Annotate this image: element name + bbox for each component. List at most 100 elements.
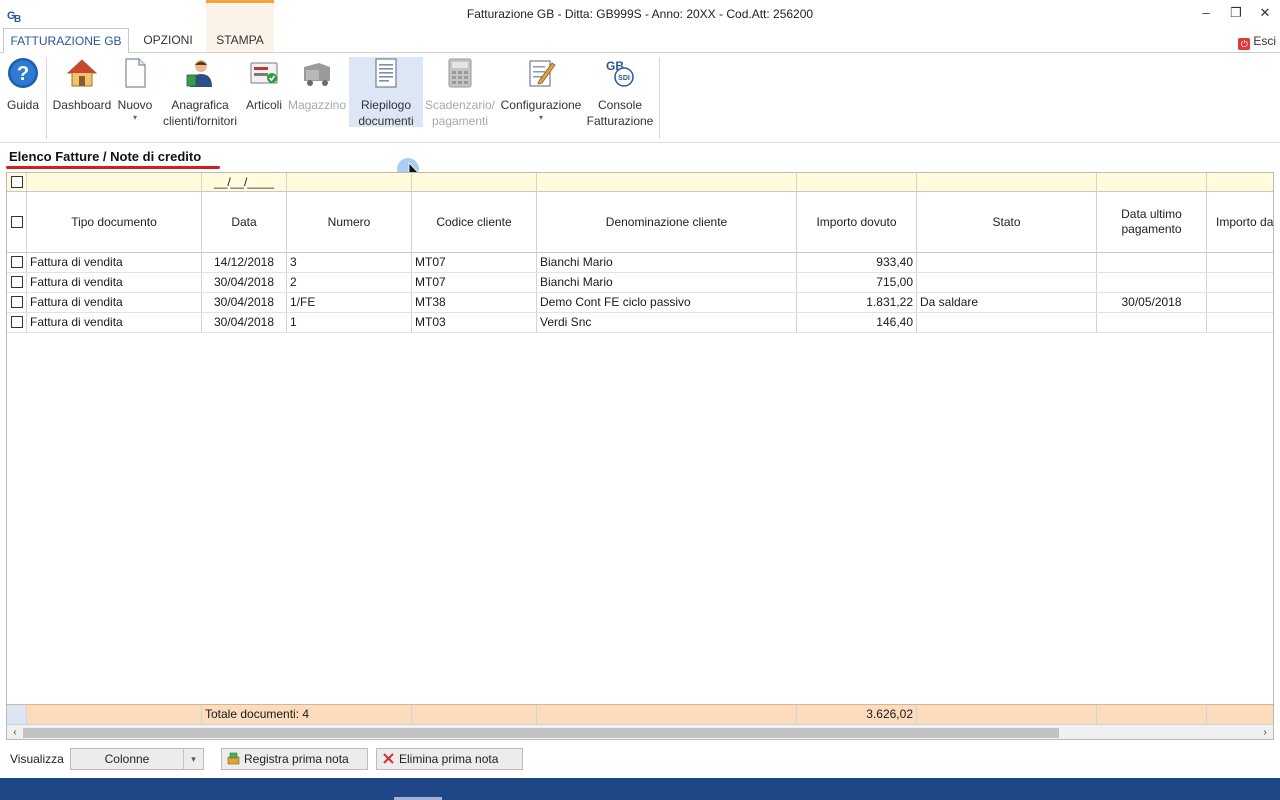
cell-importo: 933,40 bbox=[797, 253, 917, 272]
power-icon: ⏻ bbox=[1238, 38, 1251, 50]
page-title: Elenco Fatture / Note di credito bbox=[9, 149, 202, 164]
cell-denominazione: Verdi Snc bbox=[537, 313, 797, 332]
articoli-label: Articoli bbox=[245, 98, 282, 112]
select-all-cell bbox=[7, 192, 27, 252]
row-checkbox[interactable] bbox=[10, 256, 23, 268]
anagrafica-button[interactable]: Anagrafica clienti/fornitori bbox=[158, 57, 242, 129]
console-label-2: Fatturazione bbox=[586, 114, 654, 128]
view-select[interactable]: Colonne ▾ bbox=[70, 748, 204, 770]
scrollbar-thumb[interactable] bbox=[23, 728, 1059, 738]
totals-row: Totale documenti: 4 3.626,02 bbox=[7, 704, 1273, 724]
col-codice-cliente[interactable]: Codice cliente bbox=[412, 192, 537, 252]
cell-data: 14/12/2018 bbox=[202, 253, 287, 272]
close-button[interactable]: ✕ bbox=[1255, 4, 1275, 22]
window-title: Fatturazione GB - Ditta: GB999S - Anno: … bbox=[466, 7, 814, 21]
filter-numero[interactable] bbox=[287, 173, 412, 191]
filter-tipo[interactable] bbox=[27, 173, 202, 191]
scadenzario-label-1: Scadenzario/ bbox=[424, 98, 496, 112]
tab-opzioni[interactable]: OPZIONI bbox=[134, 28, 202, 53]
sdi-badge: SDI bbox=[618, 75, 630, 82]
dashboard-button[interactable]: Dashboard bbox=[52, 57, 112, 113]
nuovo-button[interactable]: Nuovo ▾ bbox=[114, 57, 156, 123]
configuration-pencil-icon bbox=[529, 60, 556, 87]
warehouse-truck-icon bbox=[304, 63, 330, 86]
home-icon bbox=[66, 59, 98, 87]
cell-tipo: Fattura di vendita bbox=[27, 253, 202, 272]
col-data-ultimo-label-2: pagamento bbox=[1121, 222, 1182, 236]
configurazione-dropdown-icon: ▾ bbox=[538, 113, 543, 122]
configurazione-button[interactable]: Configurazione ▾ bbox=[498, 57, 584, 123]
registra-prima-nota-button[interactable]: Registra prima nota bbox=[221, 748, 368, 770]
cell-stato bbox=[917, 253, 1097, 272]
cell-codice: MT07 bbox=[412, 273, 537, 292]
scadenzario-label-2: pagamenti bbox=[431, 114, 489, 128]
ribbon: ? Guida Dashboard Nuovo ▾ Anagrafica cli… bbox=[0, 53, 1280, 181]
filter-data-ultimo[interactable] bbox=[1097, 173, 1207, 191]
totals-count: Totale documenti: 4 bbox=[202, 705, 412, 724]
filter-checkbox[interactable] bbox=[10, 176, 23, 188]
scadenzario-button[interactable]: Scadenzario/ pagamenti bbox=[424, 57, 496, 129]
elimina-prima-nota-button[interactable]: Elimina prima nota bbox=[376, 748, 523, 770]
table-row[interactable]: Fattura di vendita 30/04/2018 2 MT07 Bia… bbox=[7, 273, 1273, 293]
guida-button[interactable]: ? Guida bbox=[4, 57, 42, 113]
cell-numero: 1 bbox=[287, 313, 412, 332]
magazzino-button[interactable]: Magazzino bbox=[287, 57, 347, 113]
ribbon-separator bbox=[46, 57, 47, 139]
row-checkbox[interactable] bbox=[10, 316, 23, 328]
col-importo-da[interactable]: Importo da bbox=[1207, 192, 1273, 252]
filter-data-input[interactable]: __/__/____ bbox=[202, 173, 287, 191]
col-tipo-documento[interactable]: Tipo documento bbox=[27, 192, 202, 252]
filter-importo[interactable] bbox=[797, 173, 917, 191]
cell-importo-da bbox=[1207, 293, 1273, 312]
filter-codice[interactable] bbox=[412, 173, 537, 191]
exit-label: Esci bbox=[1253, 34, 1276, 48]
tab-fatturazione-gb[interactable]: FATTURAZIONE GB bbox=[3, 28, 129, 54]
row-checkbox[interactable] bbox=[10, 276, 23, 288]
filter-stato[interactable] bbox=[917, 173, 1097, 191]
row-checkbox[interactable] bbox=[10, 296, 23, 308]
filter-select-all-cell bbox=[7, 173, 27, 191]
cell-data-ultimo: 30/05/2018 bbox=[1097, 293, 1207, 312]
totals-importo: 3.626,02 bbox=[797, 705, 917, 724]
cell-data-ultimo bbox=[1097, 313, 1207, 332]
title-bar: G B Fatturazione GB - Ditta: GB999S - An… bbox=[0, 0, 1280, 28]
cell-numero: 2 bbox=[287, 273, 412, 292]
horizontal-scrollbar[interactable]: ‹ › bbox=[7, 724, 1273, 739]
scroll-left-icon[interactable]: ‹ bbox=[7, 725, 23, 739]
dashboard-label: Dashboard bbox=[52, 98, 112, 112]
cell-denominazione: Bianchi Mario bbox=[537, 273, 797, 292]
tab-stampa[interactable]: STAMPA bbox=[206, 28, 274, 53]
cell-stato: Da saldare bbox=[917, 293, 1097, 312]
col-data-ultimo-pagamento[interactable]: Data ultimo pagamento bbox=[1097, 192, 1207, 252]
console-label-1: Console bbox=[597, 98, 643, 112]
document-list-icon bbox=[375, 58, 397, 88]
select-all-checkbox[interactable] bbox=[10, 216, 23, 228]
scroll-right-icon[interactable]: › bbox=[1257, 725, 1273, 739]
table-row[interactable]: Fattura di vendita 30/04/2018 1 MT03 Ver… bbox=[7, 313, 1273, 333]
restore-button[interactable]: ❐ bbox=[1226, 4, 1246, 22]
col-denominazione-cliente[interactable]: Denominazione cliente bbox=[537, 192, 797, 252]
console-fatturazione-button[interactable]: GB SDI Console Fatturazione bbox=[584, 57, 656, 129]
table-row[interactable]: Fattura di vendita 14/12/2018 3 MT07 Bia… bbox=[7, 253, 1273, 273]
cell-data-ultimo bbox=[1097, 253, 1207, 272]
articoli-button[interactable]: Articoli bbox=[242, 57, 286, 113]
filter-importo-da[interactable] bbox=[1207, 173, 1273, 191]
cell-denominazione: Demo Cont FE ciclo passivo bbox=[537, 293, 797, 312]
minimize-button[interactable]: – bbox=[1196, 4, 1216, 22]
customer-suppliers-icon bbox=[186, 60, 212, 87]
exit-button[interactable]: ⏻ Esci bbox=[1238, 34, 1276, 50]
col-stato[interactable]: Stato bbox=[917, 192, 1097, 252]
col-data[interactable]: Data bbox=[202, 192, 287, 252]
chevron-down-icon[interactable]: ▾ bbox=[183, 749, 203, 769]
cell-codice: MT38 bbox=[412, 293, 537, 312]
cell-tipo: Fattura di vendita bbox=[27, 313, 202, 332]
table-row[interactable]: Fattura di vendita 30/04/2018 1/FE MT38 … bbox=[7, 293, 1273, 313]
ribbon-separator bbox=[659, 57, 660, 139]
filter-denominazione[interactable] bbox=[537, 173, 797, 191]
anagrafica-label-2: clienti/fornitori bbox=[162, 114, 238, 128]
riepilogo-documenti-button[interactable]: Riepilogo documenti bbox=[349, 57, 423, 128]
calculator-icon bbox=[448, 58, 472, 88]
riepilogo-label-2: documenti bbox=[358, 114, 414, 128]
col-importo-dovuto[interactable]: Importo dovuto bbox=[797, 192, 917, 252]
col-numero[interactable]: Numero bbox=[287, 192, 412, 252]
